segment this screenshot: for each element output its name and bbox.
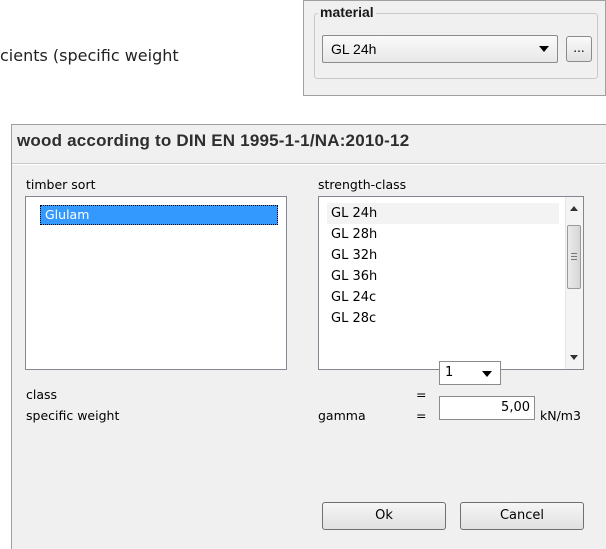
class-label: class: [26, 387, 58, 402]
grip-line: [571, 256, 577, 257]
timber-sort-item-selected[interactable]: Glulam: [40, 205, 278, 225]
dialog-title: wood according to DIN EN 1995-1-1/NA:201…: [17, 131, 410, 150]
class-dropdown-value: 1: [445, 365, 454, 380]
timber-sort-listbox[interactable]: Glulam: [25, 196, 287, 370]
specific-weight-label: specific weight: [26, 408, 120, 423]
strength-class-label: strength-class: [318, 177, 407, 192]
title-separator: [12, 163, 606, 165]
document-text-fragment: cients (specific weight: [0, 46, 179, 65]
class-dropdown[interactable]: 1: [439, 361, 501, 385]
specific-weight-input[interactable]: 5,00: [439, 396, 535, 420]
chevron-down-icon: [539, 46, 549, 52]
ok-button[interactable]: Ok: [322, 502, 446, 530]
strength-class-item[interactable]: GL 28c: [327, 308, 559, 329]
material-dropdown[interactable]: GL 24h: [322, 35, 558, 63]
strength-class-rows: GL 24h GL 28h GL 32h GL 36h GL 24c GL 28…: [327, 203, 559, 329]
grip-line: [571, 259, 577, 260]
scrollbar-thumb[interactable]: [567, 225, 581, 289]
scroll-up-arrow-icon[interactable]: [570, 206, 578, 211]
strength-class-item[interactable]: GL 32h: [327, 245, 559, 266]
material-dropdown-value: GL 24h: [331, 41, 377, 57]
timber-sort-label: timber sort: [26, 177, 96, 192]
background-document: cients (specific weight material GL 24h …: [0, 0, 606, 118]
strength-class-listbox[interactable]: GL 24h GL 28h GL 32h GL 36h GL 24c GL 28…: [318, 196, 584, 370]
material-legend: material: [318, 4, 376, 20]
cancel-button[interactable]: Cancel: [460, 502, 584, 530]
strength-class-item[interactable]: GL 24h: [327, 203, 559, 224]
strength-class-item[interactable]: GL 28h: [327, 224, 559, 245]
material-panel: material GL 24h ...: [303, 0, 606, 96]
gamma-equals: =: [416, 408, 427, 423]
grip-line: [571, 253, 577, 254]
wood-dialog: wood according to DIN EN 1995-1-1/NA:201…: [11, 124, 606, 549]
vertical-scrollbar[interactable]: [565, 197, 583, 369]
gamma-symbol: gamma: [318, 408, 366, 423]
scroll-down-arrow-icon[interactable]: [570, 355, 578, 360]
strength-class-item[interactable]: GL 24c: [327, 287, 559, 308]
chevron-down-icon: [482, 371, 492, 377]
strength-class-item[interactable]: GL 36h: [327, 266, 559, 287]
class-equals: =: [416, 387, 427, 402]
material-browse-button[interactable]: ...: [566, 36, 592, 62]
specific-weight-unit: kN/m3: [540, 408, 581, 423]
